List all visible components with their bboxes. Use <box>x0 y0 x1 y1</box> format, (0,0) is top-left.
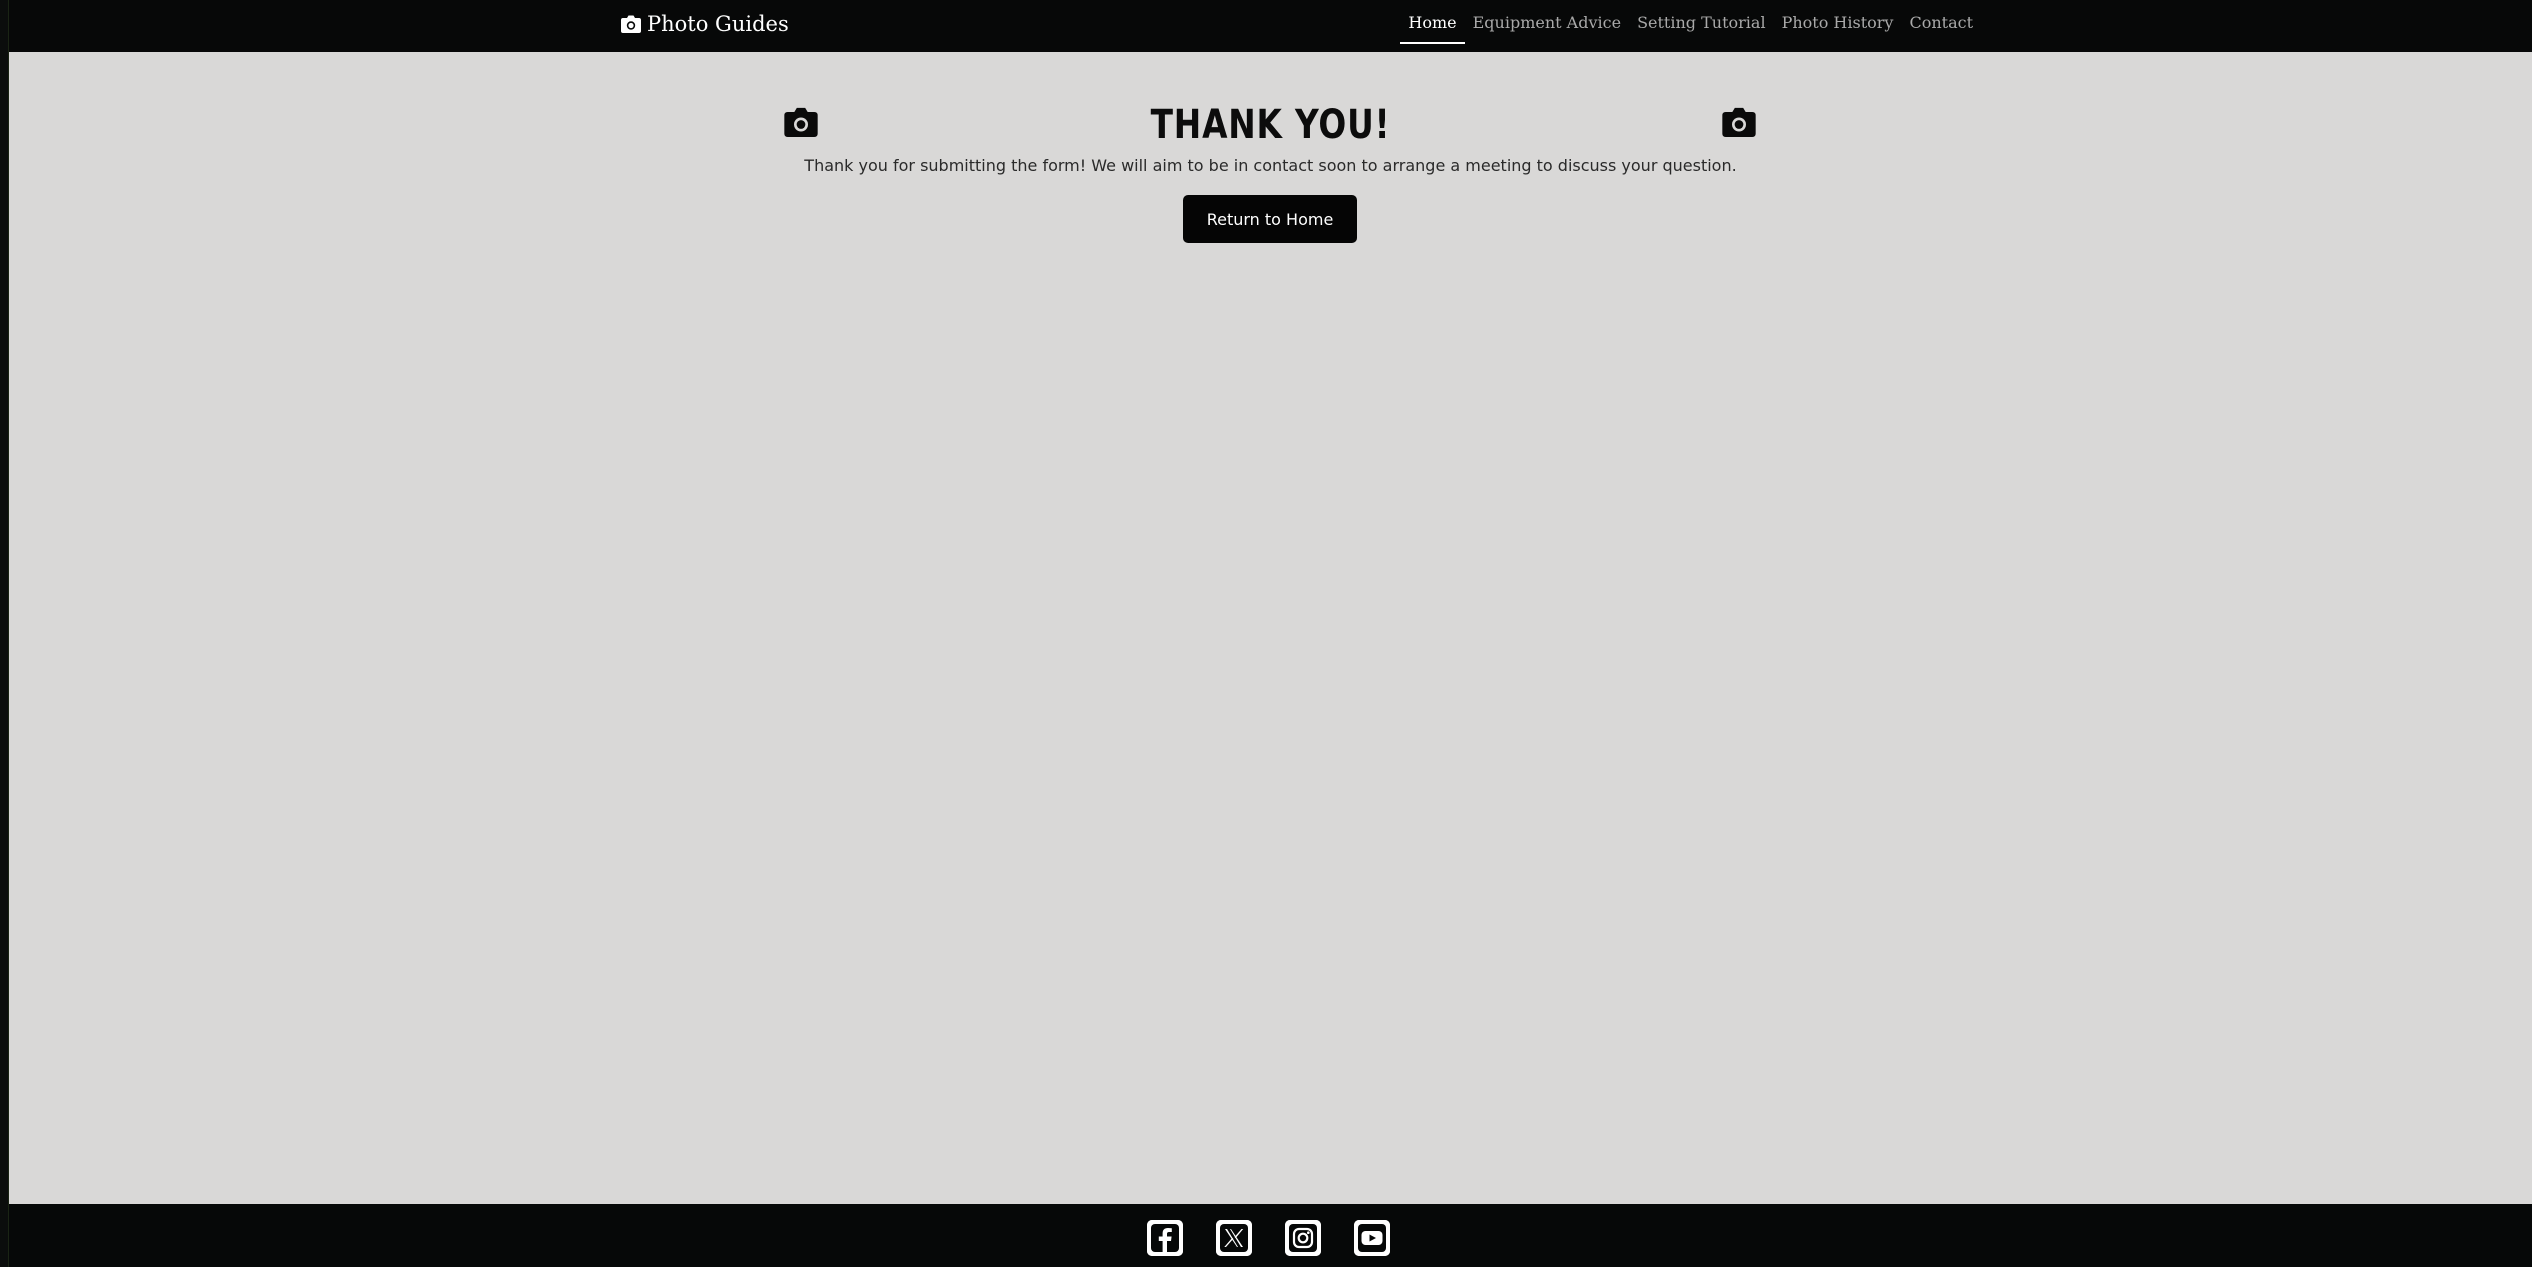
window-edge <box>0 0 9 1267</box>
page-title: THANK YOU! <box>1150 102 1391 148</box>
browser-viewport: Photo Guides Home Equipment Advice Setti… <box>0 0 2532 1267</box>
nav-link-contact[interactable]: Contact <box>1901 2 1981 44</box>
youtube-icon[interactable] <box>1354 1220 1390 1256</box>
nav-link-setting-tutorial[interactable]: Setting Tutorial <box>1629 2 1774 44</box>
footer <box>9 1204 2532 1267</box>
nav-link-equipment-advice[interactable]: Equipment Advice <box>1465 2 1629 44</box>
camera-icon <box>621 15 641 33</box>
heading-row: THANK YOU! <box>9 95 2532 155</box>
camera-icon <box>1722 107 1756 142</box>
x-twitter-icon[interactable] <box>1216 1220 1252 1256</box>
brand-link[interactable]: Photo Guides <box>621 9 789 39</box>
instagram-icon[interactable] <box>1285 1220 1321 1256</box>
nav-menu: Home Equipment Advice Setting Tutorial P… <box>1400 0 1981 46</box>
thank-you-message: Thank you for submitting the form! We wi… <box>804 156 1737 175</box>
nav-link-photo-history[interactable]: Photo History <box>1774 2 1902 44</box>
main-content: THANK YOU! Thank you for submitting the … <box>9 52 2532 1204</box>
social-links <box>1147 1220 1390 1256</box>
facebook-icon[interactable] <box>1147 1220 1183 1256</box>
nav-link-home[interactable]: Home <box>1400 2 1465 44</box>
return-home-button[interactable]: Return to Home <box>1183 195 1357 243</box>
navbar: Photo Guides Home Equipment Advice Setti… <box>9 0 2532 52</box>
brand-name: Photo Guides <box>647 12 789 36</box>
